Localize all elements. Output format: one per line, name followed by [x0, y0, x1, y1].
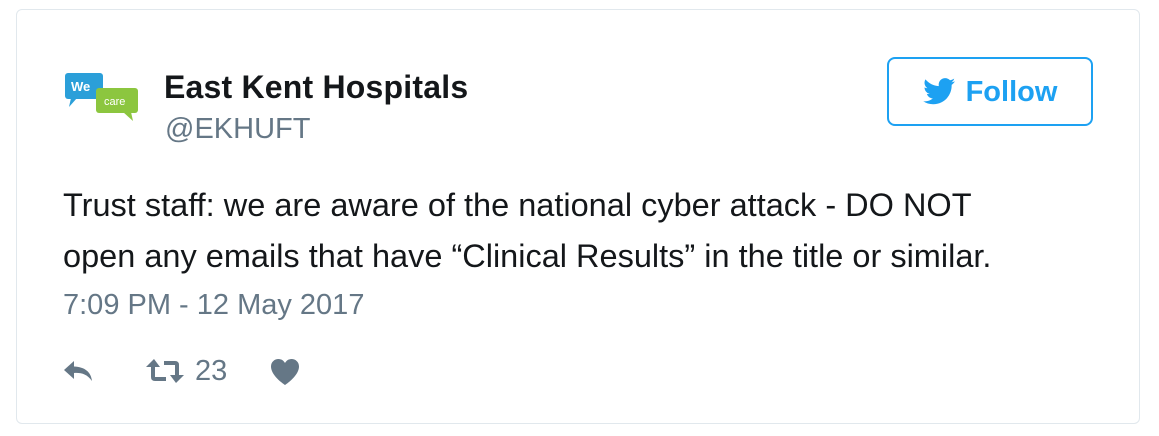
retweet-count: 23: [195, 355, 228, 387]
avatar-text-we: We: [71, 79, 90, 94]
reply-icon: [64, 361, 92, 381]
we-care-logo: We care: [63, 67, 143, 133]
retweet-button[interactable]: 23: [145, 354, 270, 388]
follow-button-label: Follow: [965, 75, 1058, 108]
tweet-timestamp[interactable]: 7:09 PM - 12 May 2017: [63, 284, 364, 326]
twitter-bird-icon: [922, 78, 955, 105]
avatar-text-care: care: [104, 96, 125, 108]
tweet-text-line-2: open any emails that have “Clinical Resu…: [63, 238, 992, 274]
like-button[interactable]: [270, 358, 300, 385]
author-handle[interactable]: @EKHUFT: [165, 111, 310, 147]
tweet-actions: 23: [63, 348, 300, 394]
author-display-name[interactable]: East Kent Hospitals: [164, 67, 468, 107]
reply-button[interactable]: [63, 359, 145, 383]
retweet-icon: [146, 359, 184, 383]
heart-icon: [271, 358, 299, 385]
tweet-text: Trust staff: we are aware of the nationa…: [63, 180, 1123, 282]
tweet-card: We care East Kent Hospitals @EKHUFT Foll…: [16, 9, 1140, 424]
avatar[interactable]: We care: [63, 67, 143, 133]
tweet-text-line-1: Trust staff: we are aware of the nationa…: [63, 187, 972, 223]
follow-button[interactable]: Follow: [887, 57, 1093, 126]
